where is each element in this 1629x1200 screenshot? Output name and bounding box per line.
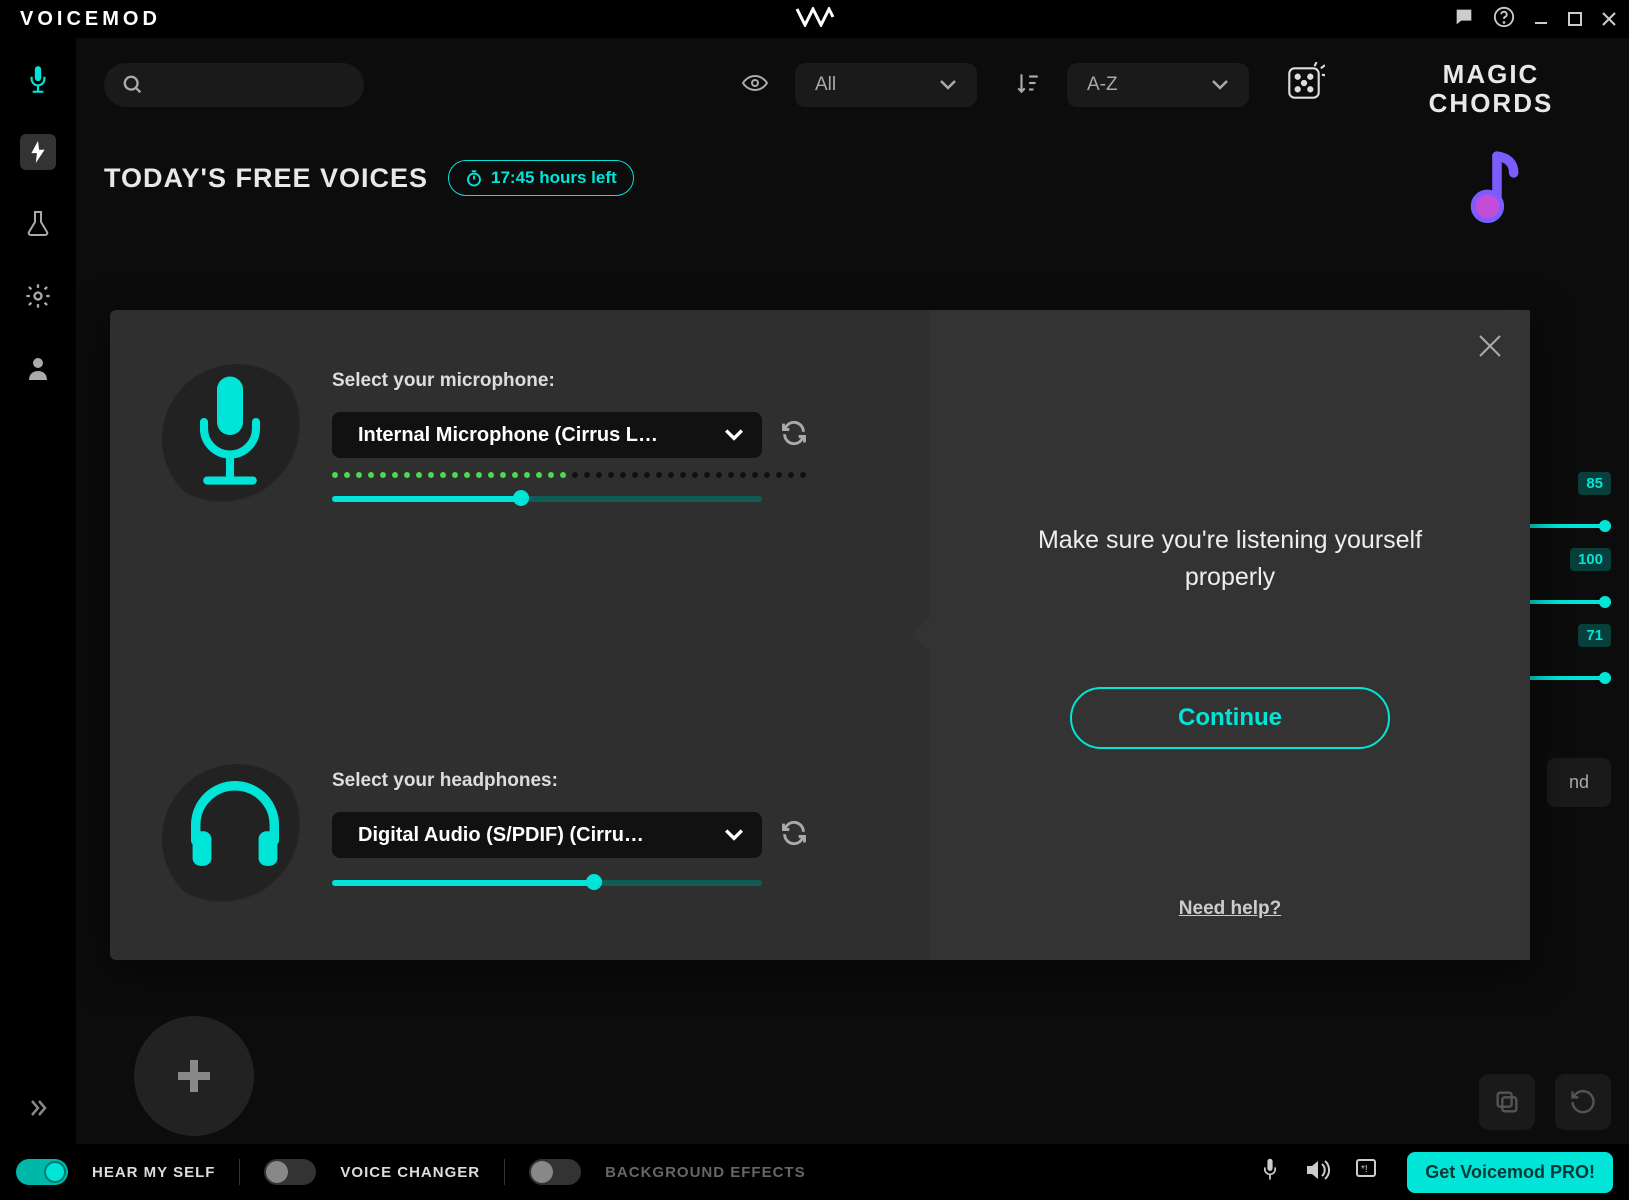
- random-dice-icon[interactable]: [1283, 62, 1329, 108]
- visibility-icon[interactable]: [741, 73, 769, 98]
- chevron-down-icon: [724, 428, 744, 442]
- label-hear-myself: HEAR MY SELF: [92, 1164, 215, 1181]
- bottom-bar: HEAR MY SELF VOICE CHANGER BACKGROUND EF…: [0, 1144, 1629, 1200]
- microphone-icon: [180, 370, 290, 500]
- search-input[interactable]: [104, 63, 364, 107]
- filter-view-dropdown[interactable]: All: [795, 63, 977, 107]
- sort-dropdown[interactable]: A-Z: [1067, 63, 1249, 107]
- maximize-icon[interactable]: [1567, 11, 1583, 27]
- reset-icon[interactable]: [1555, 1074, 1611, 1130]
- hp-label: Select your headphones:: [332, 770, 870, 792]
- hp-volume-slider[interactable]: [332, 880, 762, 886]
- close-icon[interactable]: [1601, 11, 1617, 27]
- sidebar: [0, 38, 76, 1144]
- mic-refresh-icon[interactable]: [780, 419, 808, 452]
- add-voice-button[interactable]: [134, 1016, 254, 1136]
- sidebar-expand-icon[interactable]: [20, 1090, 56, 1126]
- hp-refresh-icon[interactable]: [780, 819, 808, 852]
- discord-icon[interactable]: [1453, 6, 1475, 33]
- sort-value: A-Z: [1087, 74, 1118, 96]
- get-pro-button[interactable]: Get Voicemod PRO!: [1407, 1152, 1613, 1193]
- modal-left: Select your microphone: Internal Microph…: [110, 310, 930, 960]
- timer-text: 17:45 hours left: [491, 168, 617, 188]
- modal-right: Make sure you're listening yourself prop…: [930, 310, 1530, 960]
- plus-icon: [170, 1052, 218, 1100]
- chevron-down-icon: [724, 828, 744, 842]
- mute-alert-icon[interactable]: *!: [1355, 1158, 1383, 1187]
- sort-icon: [1015, 70, 1041, 101]
- right-panel-button[interactable]: nd: [1547, 758, 1611, 807]
- mic-select-value: Internal Microphone (Cirrus L…: [358, 424, 658, 447]
- brand-text: VOICEMOD: [12, 8, 161, 31]
- sidebar-voicebox-icon[interactable]: [20, 62, 56, 98]
- brand-logo-icon: [795, 7, 835, 32]
- toggle-hear-myself[interactable]: [16, 1159, 68, 1185]
- section-header: TODAY'S FREE VOICES 17:45 hours left: [104, 160, 1329, 196]
- music-note-icon: [1461, 149, 1521, 223]
- sidebar-settings-icon[interactable]: [20, 278, 56, 314]
- filter-view-value: All: [815, 74, 836, 96]
- sidebar-voicelab-icon[interactable]: [20, 206, 56, 242]
- hp-select-value: Digital Audio (S/PDIF) (Cirru…: [358, 824, 644, 847]
- chevron-down-icon: [939, 79, 957, 91]
- section-title: TODAY'S FREE VOICES: [104, 163, 428, 194]
- mic-label: Select your microphone:: [332, 370, 870, 392]
- continue-button[interactable]: Continue: [1070, 687, 1390, 749]
- toggle-background-effects[interactable]: [529, 1159, 581, 1185]
- timer-badge: 17:45 hours left: [448, 160, 634, 196]
- mic-level-meter: [332, 472, 870, 478]
- mic-status-icon[interactable]: [1259, 1157, 1281, 1188]
- label-voice-changer: VOICE CHANGER: [340, 1164, 480, 1181]
- need-help-link[interactable]: Need help?: [1179, 898, 1281, 920]
- top-filters: All A-Z: [104, 62, 1329, 108]
- copy-icon[interactable]: [1479, 1074, 1535, 1130]
- help-icon[interactable]: [1493, 6, 1515, 33]
- mic-volume-slider[interactable]: [332, 496, 762, 502]
- toggle-voice-changer[interactable]: [264, 1159, 316, 1185]
- headphones-icon: [180, 770, 290, 900]
- label-background-effects: BACKGROUND EFFECTS: [605, 1164, 806, 1181]
- modal-close-icon[interactable]: [1476, 332, 1504, 365]
- sidebar-account-icon[interactable]: [20, 350, 56, 386]
- modal-message: Make sure you're listening yourself prop…: [990, 522, 1470, 597]
- right-panel-title: MAGIC CHORDS: [1363, 60, 1619, 117]
- svg-text:*!: *!: [1361, 1164, 1368, 1175]
- minimize-icon[interactable]: [1533, 11, 1549, 27]
- microphone-block: Select your microphone: Internal Microph…: [180, 370, 870, 502]
- audio-setup-modal: Select your microphone: Internal Microph…: [110, 310, 1530, 960]
- timer-icon: [465, 169, 483, 187]
- hp-select[interactable]: Digital Audio (S/PDIF) (Cirru…: [332, 812, 762, 858]
- mic-select[interactable]: Internal Microphone (Cirrus L…: [332, 412, 762, 458]
- titlebar: VOICEMOD: [0, 0, 1629, 38]
- sidebar-soundboard-icon[interactable]: [20, 134, 56, 170]
- chevron-down-icon: [1211, 79, 1229, 91]
- speaker-status-icon[interactable]: [1305, 1159, 1331, 1186]
- headphones-block: Select your headphones: Digital Audio (S…: [180, 770, 870, 900]
